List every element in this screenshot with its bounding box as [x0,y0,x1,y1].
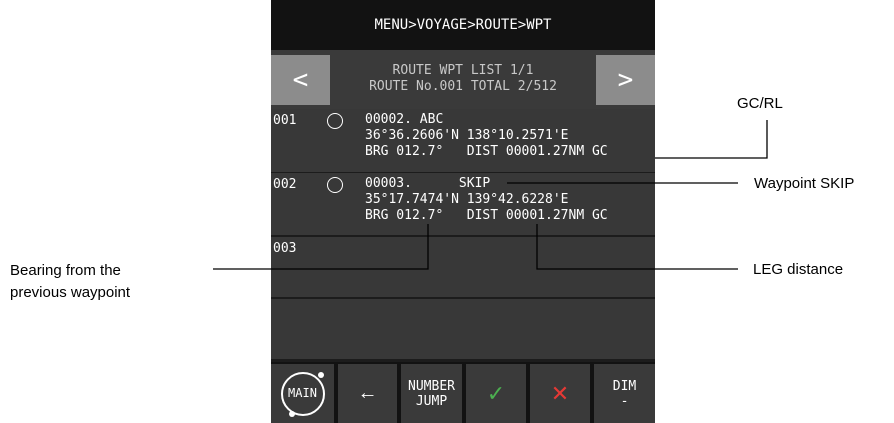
bearing-callout-line1: Bearing from the [10,262,121,279]
leg-leader [536,224,738,270]
bearing-leader [213,224,429,270]
callout-leader-lines [213,120,768,270]
gcrl-leader [655,120,768,159]
gcrl-callout: GC/RL [737,95,783,112]
bearing-callout-line2: previous waypoint [10,284,131,301]
leg-distance-callout: LEG distance [753,261,844,278]
waypoint-skip-callout: Waypoint SKIP [754,175,855,192]
